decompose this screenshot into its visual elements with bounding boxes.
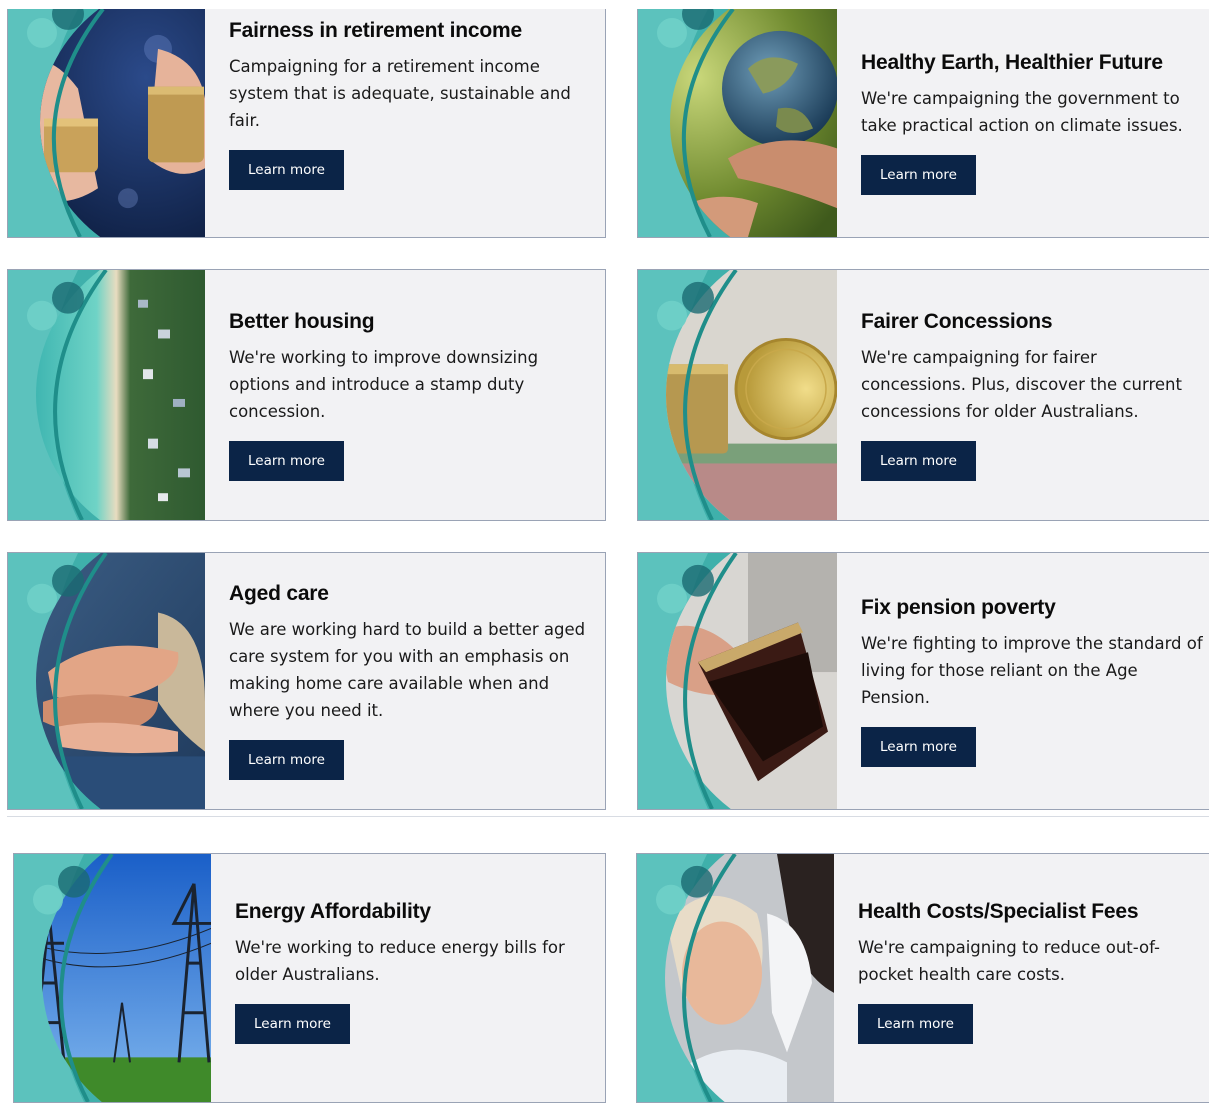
card-title: Health Costs/Specialist Fees bbox=[858, 900, 1139, 923]
campaign-card-better-housing: Better housing We're working to improve … bbox=[7, 269, 606, 521]
card-description: We're campaigning the government to take… bbox=[861, 89, 1183, 135]
learn-more-button[interactable]: Learn more bbox=[229, 150, 344, 190]
card-image-coastline bbox=[8, 270, 205, 520]
card-image-empty-purse bbox=[638, 553, 837, 809]
card-description: We're working to reduce energy bills for… bbox=[235, 938, 565, 984]
card-content: Aged care We are working hard to build a… bbox=[229, 553, 605, 809]
card-description: We're campaigning to reduce out-of-pocke… bbox=[858, 938, 1160, 984]
card-content: Better housing We're working to improve … bbox=[229, 270, 605, 520]
card-content: Fix pension poverty We're fighting to im… bbox=[861, 553, 1209, 809]
campaign-card-fairer-concessions: Fairer Concessions We're campaigning for… bbox=[637, 269, 1209, 521]
campaign-card-health-costs: Health Costs/Specialist Fees We're campa… bbox=[636, 853, 1209, 1103]
card-description: We are working hard to build a better ag… bbox=[229, 620, 586, 720]
card-image-coins bbox=[8, 9, 205, 237]
campaign-card-healthy-earth: Healthy Earth, Healthier Future We're ca… bbox=[637, 9, 1209, 238]
card-title: Fairness in retirement income bbox=[229, 19, 522, 42]
campaign-card-retirement-income: Fairness in retirement income Campaignin… bbox=[7, 9, 606, 238]
learn-more-button[interactable]: Learn more bbox=[229, 740, 344, 780]
card-title: Fix pension poverty bbox=[861, 595, 1056, 619]
card-content: Health Costs/Specialist Fees We're campa… bbox=[858, 854, 1209, 1102]
card-image-earth-globe bbox=[638, 9, 837, 237]
learn-more-button[interactable]: Learn more bbox=[229, 440, 344, 481]
card-title: Energy Affordability bbox=[235, 900, 431, 923]
learn-more-button[interactable]: Learn more bbox=[235, 1004, 350, 1044]
card-description: We're campaigning for fairer concessions… bbox=[861, 347, 1182, 421]
card-content: Energy Affordability We're working to re… bbox=[235, 854, 605, 1102]
card-description: We're working to improve downsizing opti… bbox=[229, 347, 539, 421]
card-title: Healthy Earth, Healthier Future bbox=[861, 51, 1163, 74]
card-description: We're fighting to improve the standard o… bbox=[861, 633, 1203, 707]
campaign-card-pension-poverty: Fix pension poverty We're fighting to im… bbox=[637, 552, 1209, 810]
card-image-dollar-coins bbox=[638, 270, 837, 520]
card-content: Healthy Earth, Healthier Future We're ca… bbox=[861, 9, 1209, 237]
learn-more-button[interactable]: Learn more bbox=[861, 726, 976, 767]
campaign-card-aged-care: Aged care We are working hard to build a… bbox=[7, 552, 606, 810]
card-title: Fairer Concessions bbox=[861, 309, 1053, 333]
learn-more-button[interactable]: Learn more bbox=[861, 155, 976, 195]
card-content: Fairness in retirement income Campaignin… bbox=[229, 9, 605, 237]
card-title: Aged care bbox=[229, 582, 329, 605]
card-description: Campaigning for a retirement income syst… bbox=[229, 57, 571, 130]
card-image-holding-hands bbox=[8, 553, 205, 809]
section-divider bbox=[7, 816, 1209, 817]
learn-more-button[interactable]: Learn more bbox=[858, 1004, 973, 1044]
card-content: Fairer Concessions We're campaigning for… bbox=[861, 270, 1209, 520]
card-image-power-pylons bbox=[14, 854, 211, 1102]
campaign-card-energy-affordability: Energy Affordability We're working to re… bbox=[13, 853, 606, 1103]
card-title: Better housing bbox=[229, 309, 375, 333]
card-image-woman-doctor bbox=[637, 854, 834, 1102]
learn-more-button[interactable]: Learn more bbox=[861, 440, 976, 481]
